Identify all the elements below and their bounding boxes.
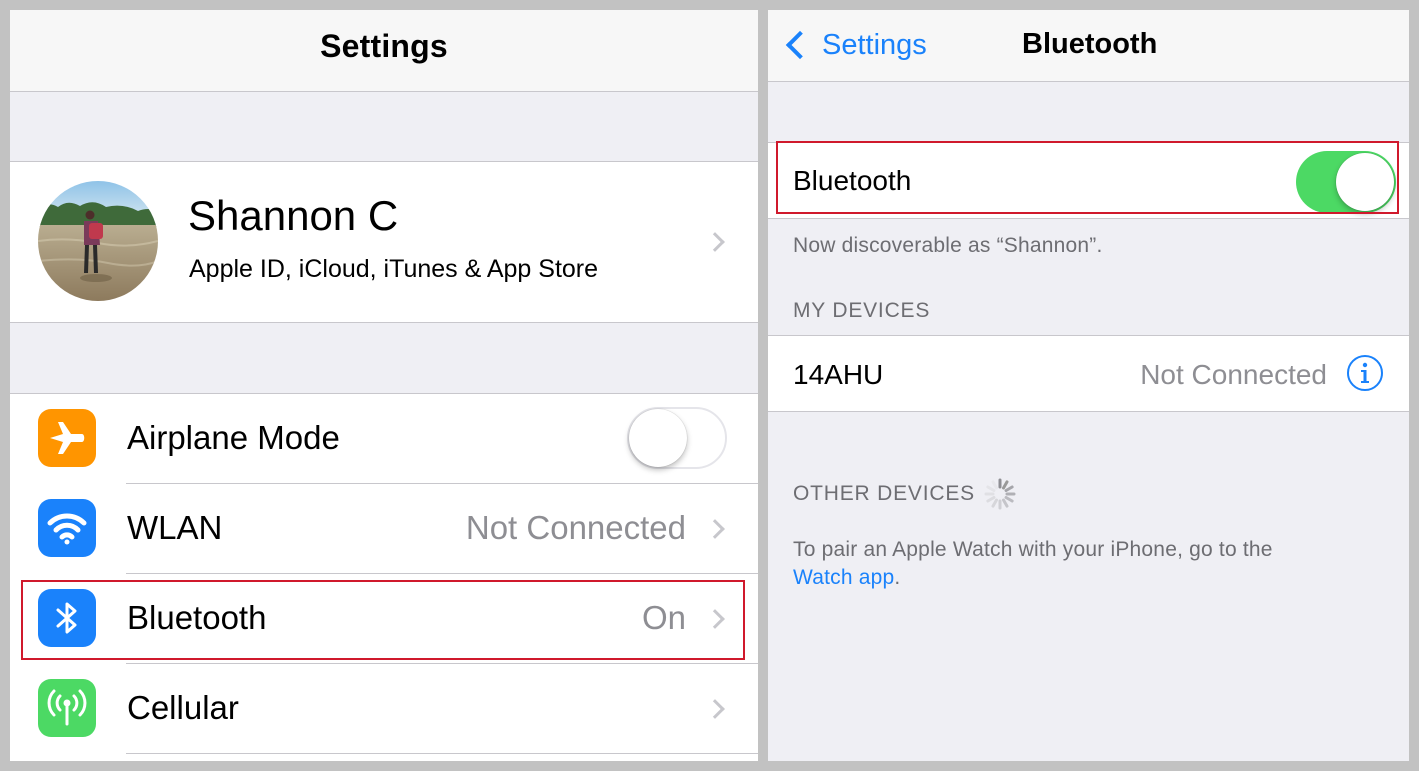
avatar xyxy=(38,181,158,301)
bluetooth-toggle-row: Bluetooth xyxy=(768,142,1409,219)
info-icon[interactable] xyxy=(1346,354,1384,397)
toggle-knob xyxy=(1336,153,1394,211)
back-button[interactable]: Settings xyxy=(780,25,927,65)
loading-spinner-icon xyxy=(982,476,1018,517)
profile-name: Shannon C xyxy=(188,192,399,239)
discoverable-text: Now discoverable as “Shannon”. xyxy=(793,234,1103,257)
chevron-right-icon xyxy=(705,699,725,719)
chevron-right-icon xyxy=(705,232,725,252)
bluetooth-row-label: Bluetooth xyxy=(793,165,912,196)
settings-row-bluetooth[interactable]: Bluetooth On xyxy=(10,574,758,664)
other-devices-header: OTHER DEVICES xyxy=(793,482,975,505)
settings-row-wlan[interactable]: WLAN Not Connected xyxy=(10,484,758,574)
watch-app-link[interactable]: Watch app xyxy=(793,566,894,589)
settings-row-value: Not Connected xyxy=(465,509,686,546)
settings-row-label: Airplane Mode xyxy=(127,419,340,456)
page-title: Settings xyxy=(320,28,448,64)
pair-text: To pair an Apple Watch with your iPhone,… xyxy=(793,538,1273,561)
nav-bar: Settings Bluetooth xyxy=(768,10,1409,82)
profile-subtitle: Apple ID, iCloud, iTunes & App Store xyxy=(189,255,599,283)
bluetooth-screen: Settings Bluetooth Bluetooth Now discove… xyxy=(768,10,1409,761)
bluetooth-toggle[interactable] xyxy=(1296,151,1396,213)
device-name: 14AHU xyxy=(793,359,884,390)
page-title: Bluetooth xyxy=(1022,28,1158,60)
nav-bar: Settings xyxy=(10,10,758,92)
settings-row-value: On xyxy=(641,599,686,636)
settings-row-label: Bluetooth xyxy=(127,599,267,636)
cellular-antenna-icon xyxy=(38,679,96,737)
wifi-icon xyxy=(38,499,96,557)
airplane-mode-toggle[interactable] xyxy=(627,407,727,469)
settings-screen: Settings Shannon C Apple ID, iCloud, iTu… xyxy=(10,10,758,761)
settings-row-cellular[interactable]: Cellular xyxy=(10,664,758,754)
pair-text-end: . xyxy=(894,566,901,589)
settings-row-airplane-mode: Airplane Mode xyxy=(10,394,758,484)
device-status: Not Connected xyxy=(1140,359,1327,390)
chevron-right-icon xyxy=(705,519,725,539)
chevron-left-icon xyxy=(785,30,815,60)
apple-id-profile-row[interactable]: Shannon C Apple ID, iCloud, iTunes & App… xyxy=(10,161,758,323)
settings-row-label: WLAN xyxy=(127,509,223,546)
airplane-icon xyxy=(38,409,96,467)
settings-group: Airplane Mode WLAN Not Connected Bluetoo… xyxy=(10,393,758,761)
bluetooth-icon xyxy=(38,589,96,647)
pair-instructions: To pair an Apple Watch with your iPhone,… xyxy=(793,536,1353,592)
settings-row-label: Cellular xyxy=(127,689,239,726)
toggle-knob xyxy=(629,409,687,467)
my-devices-header: MY DEVICES xyxy=(793,299,931,322)
device-row[interactable]: 14AHU Not Connected xyxy=(768,335,1409,412)
chevron-right-icon xyxy=(705,609,725,629)
back-button-label: Settings xyxy=(822,28,927,61)
